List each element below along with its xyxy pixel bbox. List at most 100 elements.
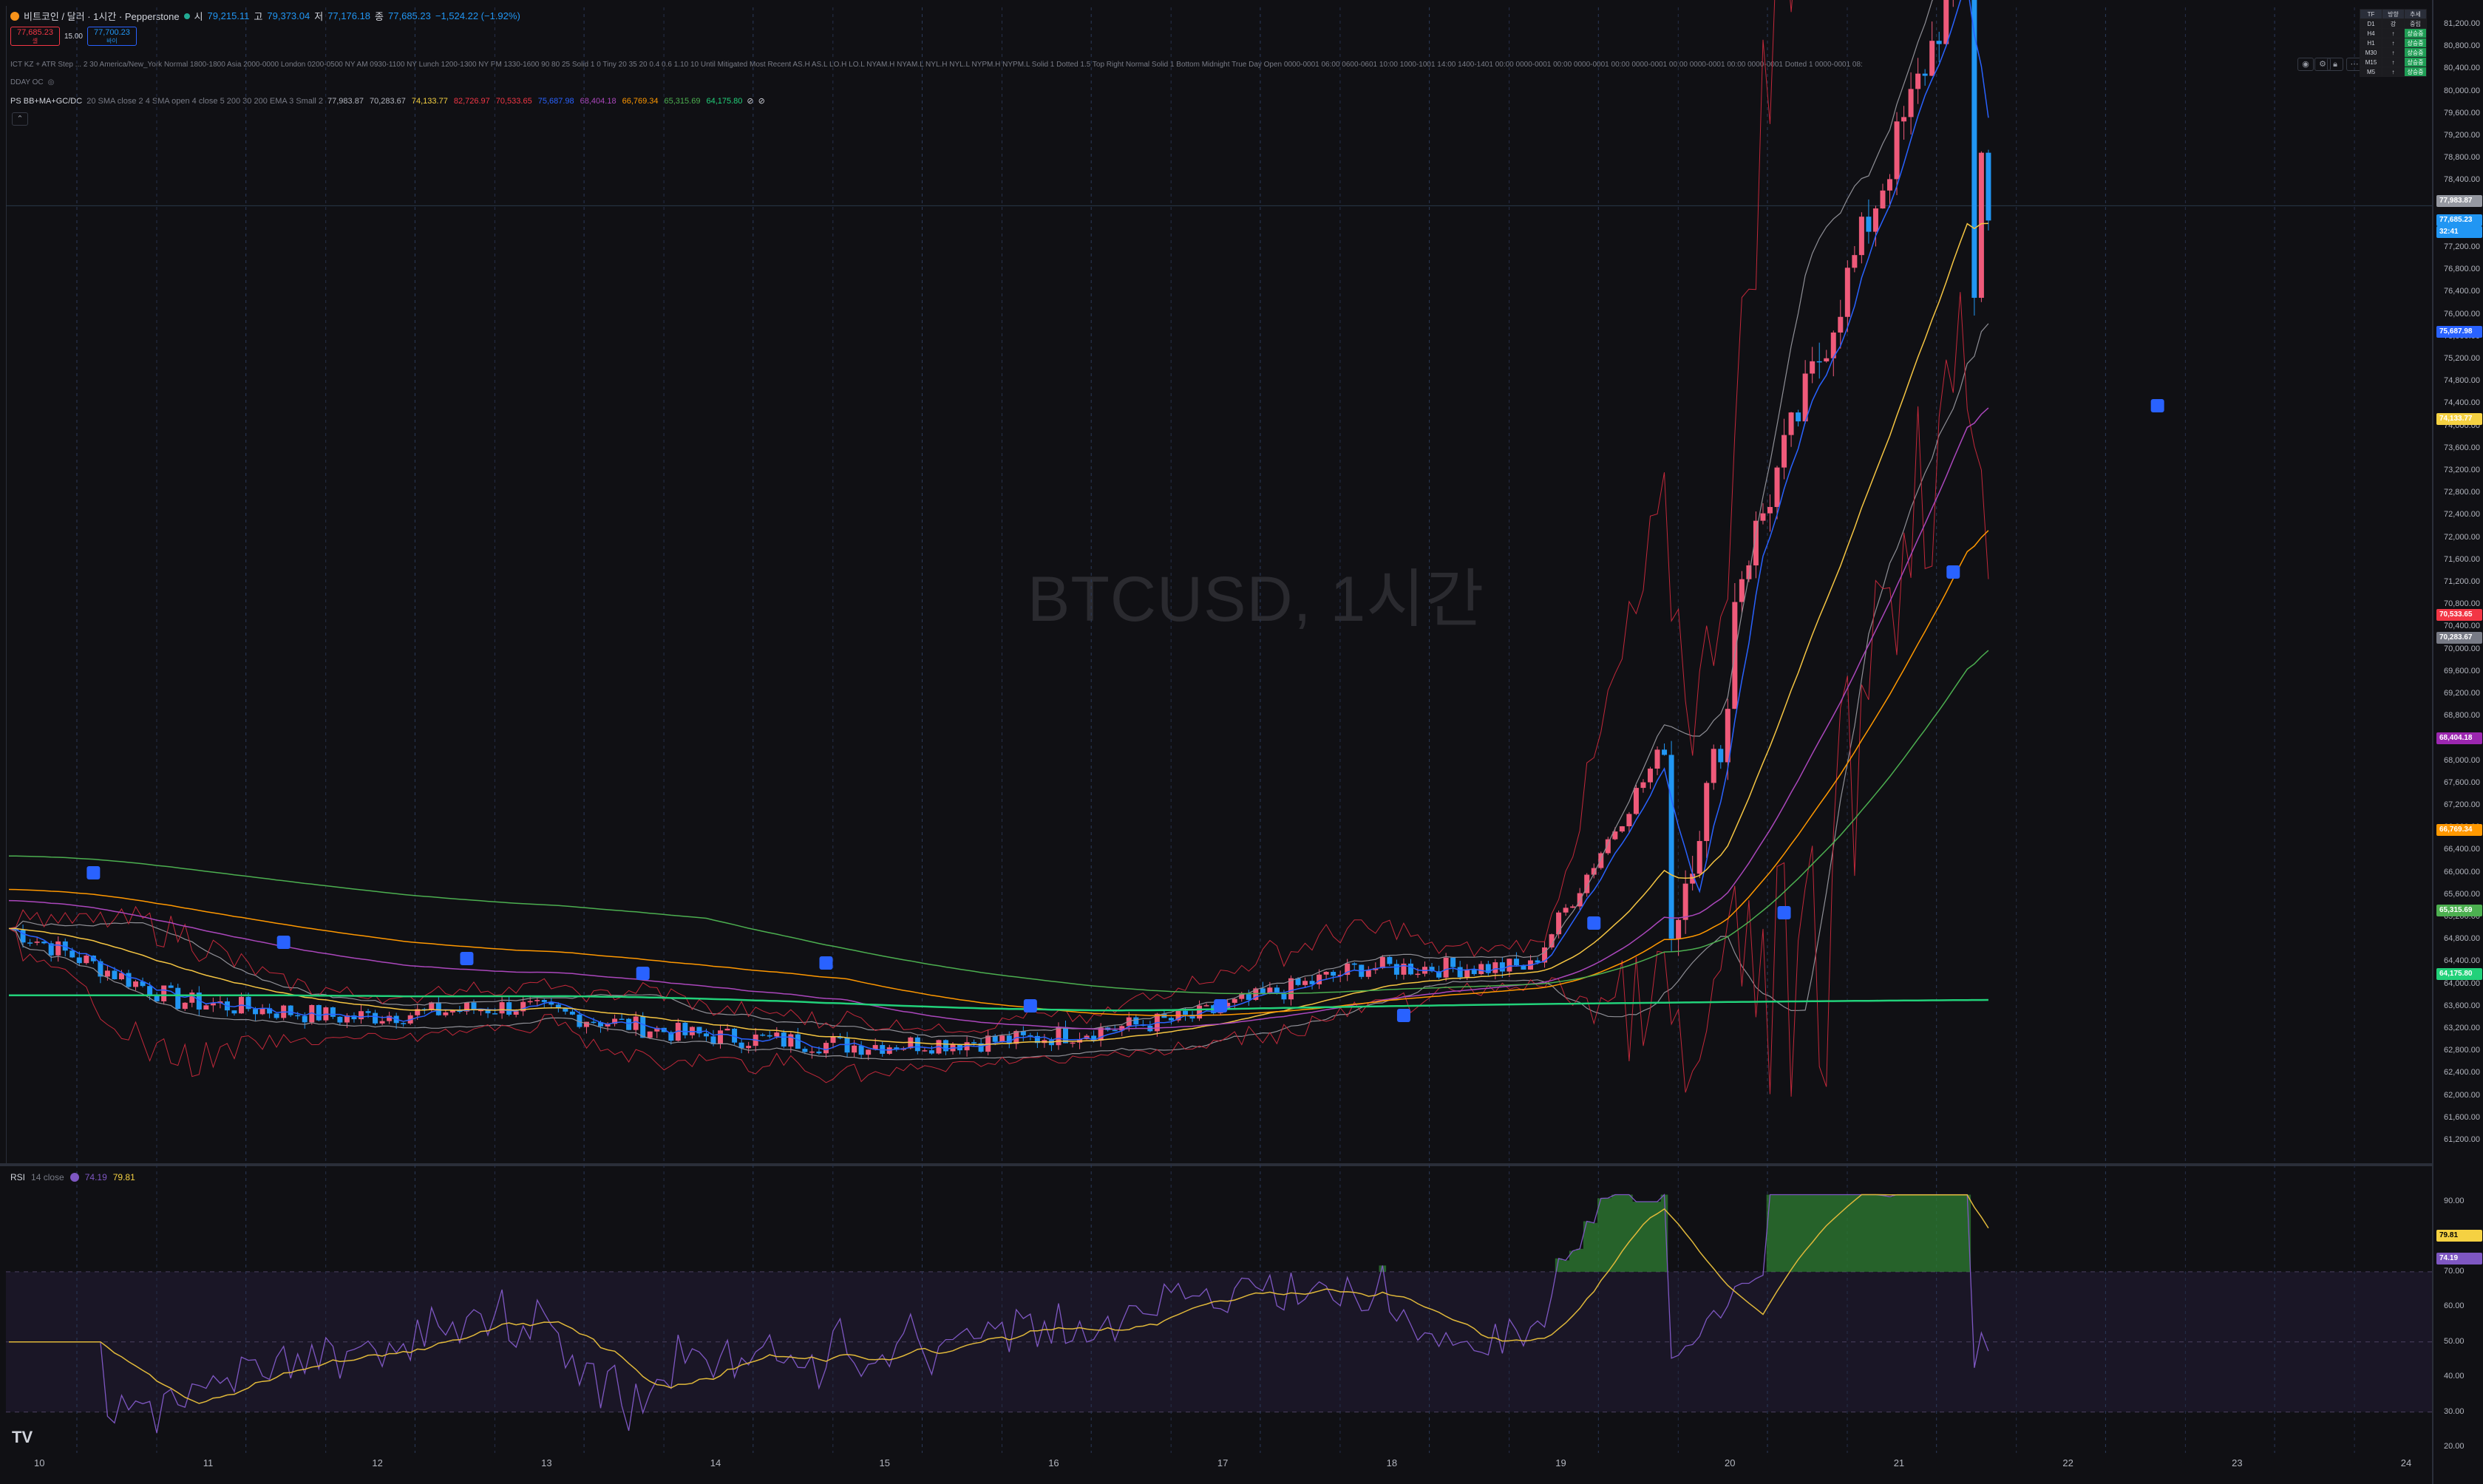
candle-body	[1393, 964, 1399, 975]
candle-body	[104, 970, 110, 977]
signal-marker-icon	[819, 956, 833, 970]
candle-body	[1183, 1010, 1189, 1015]
candle-body	[506, 1002, 512, 1015]
candle-body	[316, 1004, 322, 1021]
time-axis-label: 19	[1555, 1457, 1566, 1468]
rsi-axis-label: 90.00	[2444, 1197, 2465, 1205]
rsi-overbought-fill	[1379, 1194, 1971, 1272]
candle-body	[1647, 769, 1653, 783]
candle-body	[569, 1011, 575, 1015]
candle-body	[1802, 373, 1808, 422]
price-axis-label: 64,800.00	[2444, 934, 2480, 944]
price-axis-label: 62,400.00	[2444, 1068, 2480, 1078]
trend-table-row: TF 방향 추세	[2360, 9, 2427, 19]
envelope-lower-line	[8, 292, 1989, 1097]
time-axis-label: 23	[2232, 1457, 2243, 1468]
price-tag: 70,533.65	[2436, 609, 2482, 622]
candle-body	[1824, 358, 1830, 362]
candle-body	[922, 1050, 928, 1052]
rsi-axis-label: 60.00	[2444, 1301, 2465, 1311]
candle-body	[852, 1045, 857, 1053]
candle-body	[401, 1023, 407, 1024]
candle-body	[1168, 1018, 1174, 1021]
candle-body	[682, 1022, 688, 1035]
candle-body	[1774, 467, 1780, 508]
price-axis-label: 71,200.00	[2444, 577, 2480, 586]
rsi-tag: 79.81	[2436, 1230, 2482, 1242]
candle-body	[1696, 840, 1702, 874]
rsi-settings-icon[interactable]	[69, 1173, 79, 1182]
candle-body	[1704, 783, 1710, 841]
eye-icon[interactable]: ◉	[2297, 58, 2314, 71]
trend-table-row: H1 ↑ 상승중	[2360, 38, 2427, 48]
candle-body	[112, 970, 118, 980]
trend-table-cell: H4	[2360, 28, 2382, 38]
price-axis-label: 72,400.00	[2444, 510, 2480, 520]
candle-body	[1810, 361, 1815, 374]
candle-body	[696, 1027, 702, 1034]
candle-body	[1302, 981, 1308, 985]
trend-table-cell: 강	[2382, 18, 2405, 29]
candle-body	[1281, 993, 1287, 1000]
price-tag: 75,687.98	[2436, 326, 2482, 338]
candle-body	[1246, 994, 1251, 1000]
tradingview-logo-icon[interactable]: TV	[12, 1428, 33, 1447]
signal-marker-icon	[1214, 999, 1228, 1012]
candle-body	[1767, 507, 1773, 514]
price-axis-label: 67,600.00	[2444, 777, 2480, 787]
settings-icon[interactable]: ⚙	[2314, 58, 2331, 71]
candle-body	[69, 950, 75, 958]
candle-body	[1556, 912, 1562, 935]
price-axis-label: 80,000.00	[2444, 86, 2480, 95]
candle-body	[126, 973, 132, 987]
candle-body	[1718, 749, 1724, 763]
candle-body	[161, 985, 167, 1001]
candle-body	[795, 1034, 801, 1049]
candle-body	[274, 1013, 279, 1018]
time-axis-label: 20	[1725, 1457, 1736, 1468]
time-axis-label: 15	[879, 1457, 890, 1468]
ema-30-line	[8, 222, 1988, 1046]
candle-body	[1816, 361, 1822, 363]
time-axis-label: 21	[1893, 1457, 1905, 1468]
time-axis-label: 16	[1048, 1457, 1059, 1468]
ema-60-line	[8, 407, 1989, 1030]
candle-body	[1323, 972, 1329, 975]
candle-body	[1203, 1005, 1209, 1007]
price-axis-label: 76,000.00	[2444, 309, 2480, 319]
candle-body	[1668, 755, 1674, 939]
candle-body	[809, 1051, 815, 1053]
candle-body	[379, 1021, 385, 1024]
rsi-legend[interactable]: RSI 14 close 74.19 79.81	[10, 1172, 135, 1182]
candle-body	[1499, 962, 1505, 972]
candle-body	[1844, 268, 1850, 317]
trend-table-cell: 상승중	[2404, 67, 2427, 77]
ema-140-line	[8, 650, 1989, 995]
price-axis-label: 71,600.00	[2444, 554, 2480, 564]
candle-body	[1739, 579, 1745, 602]
price-axis-label: 61,200.00	[2444, 1135, 2480, 1144]
candle-body	[802, 1049, 808, 1052]
price-tag: 77,685.23	[2436, 214, 2482, 227]
price-tag: 70,283.67	[2436, 632, 2482, 644]
candle-body	[154, 995, 160, 1001]
trend-table-cell: ↑	[2382, 57, 2405, 67]
trend-table-cell: 상승중	[2404, 28, 2427, 38]
candle-body	[1317, 974, 1322, 984]
time-axis-label: 11	[203, 1457, 214, 1468]
price-axis-label: 68,800.00	[2444, 711, 2480, 721]
candle-body	[816, 1051, 822, 1054]
price-tag: 64,175.80	[2436, 968, 2482, 981]
price-axis-label: 63,200.00	[2444, 1024, 2480, 1032]
candle-body	[746, 1046, 752, 1049]
price-axis-label: 66,000.00	[2444, 867, 2480, 877]
trend-table-cell: TF	[2360, 9, 2382, 19]
candle-body	[499, 1002, 505, 1014]
candle-body	[203, 1005, 209, 1010]
candle-body	[703, 1033, 709, 1037]
candle-body	[1626, 814, 1632, 827]
price-tag: 77,983.87	[2436, 194, 2482, 207]
price-chart[interactable]	[0, 0, 2432, 1484]
candle-body	[147, 986, 153, 996]
candle-body	[288, 1005, 293, 1015]
